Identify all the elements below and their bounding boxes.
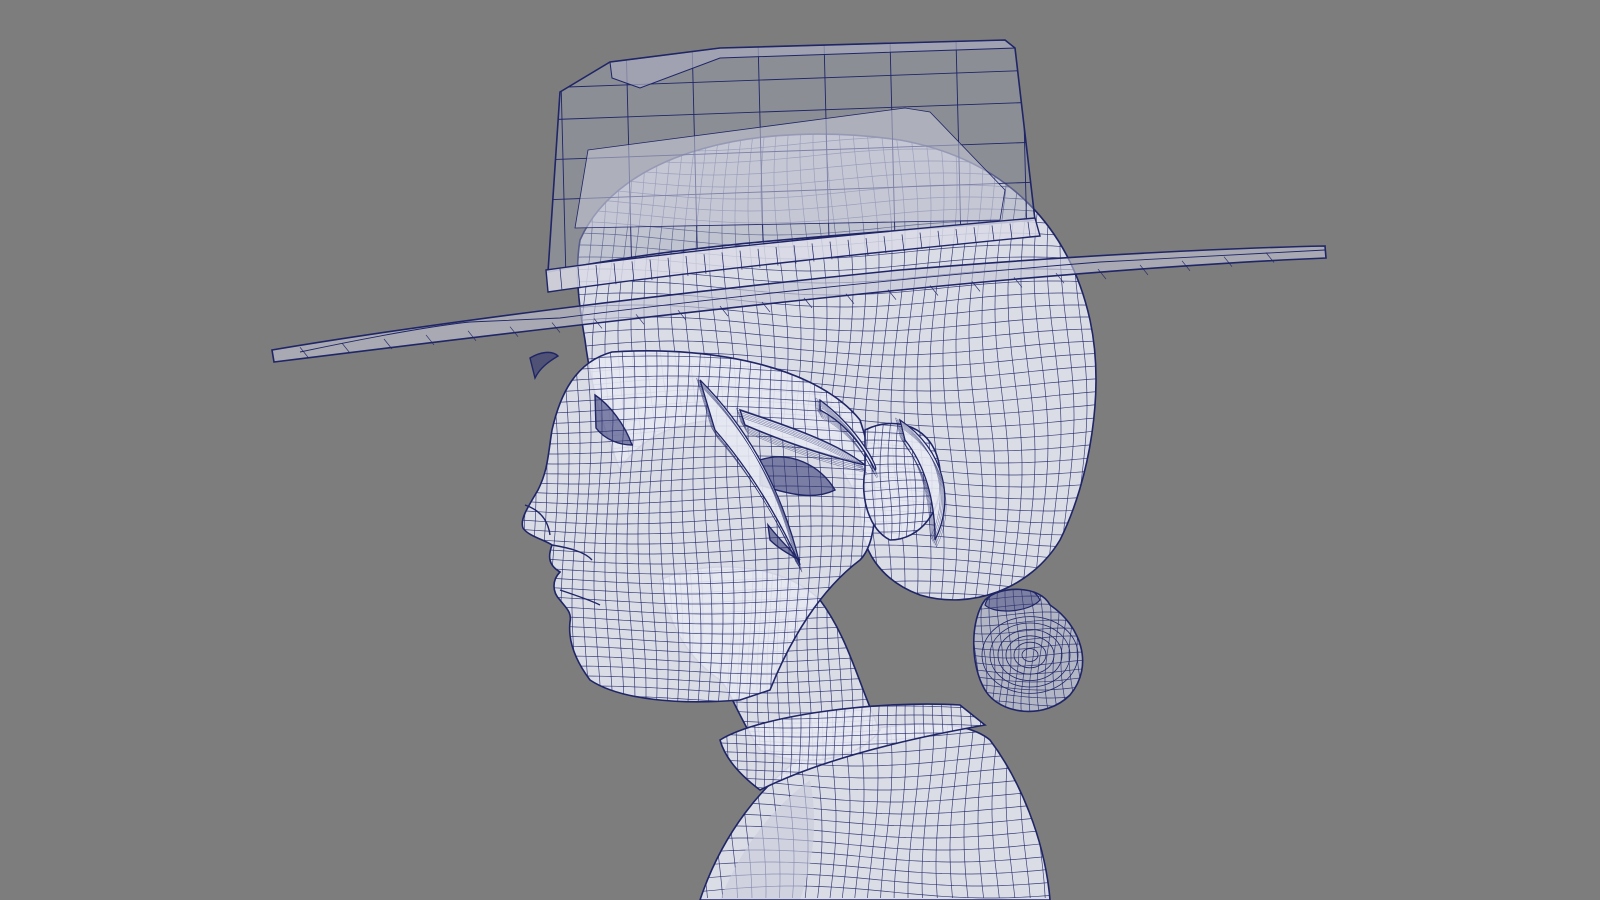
3d-viewport[interactable]	[0, 0, 1600, 900]
viewport-canvas[interactable]	[0, 0, 1600, 900]
brow-lock	[529, 351, 560, 381]
